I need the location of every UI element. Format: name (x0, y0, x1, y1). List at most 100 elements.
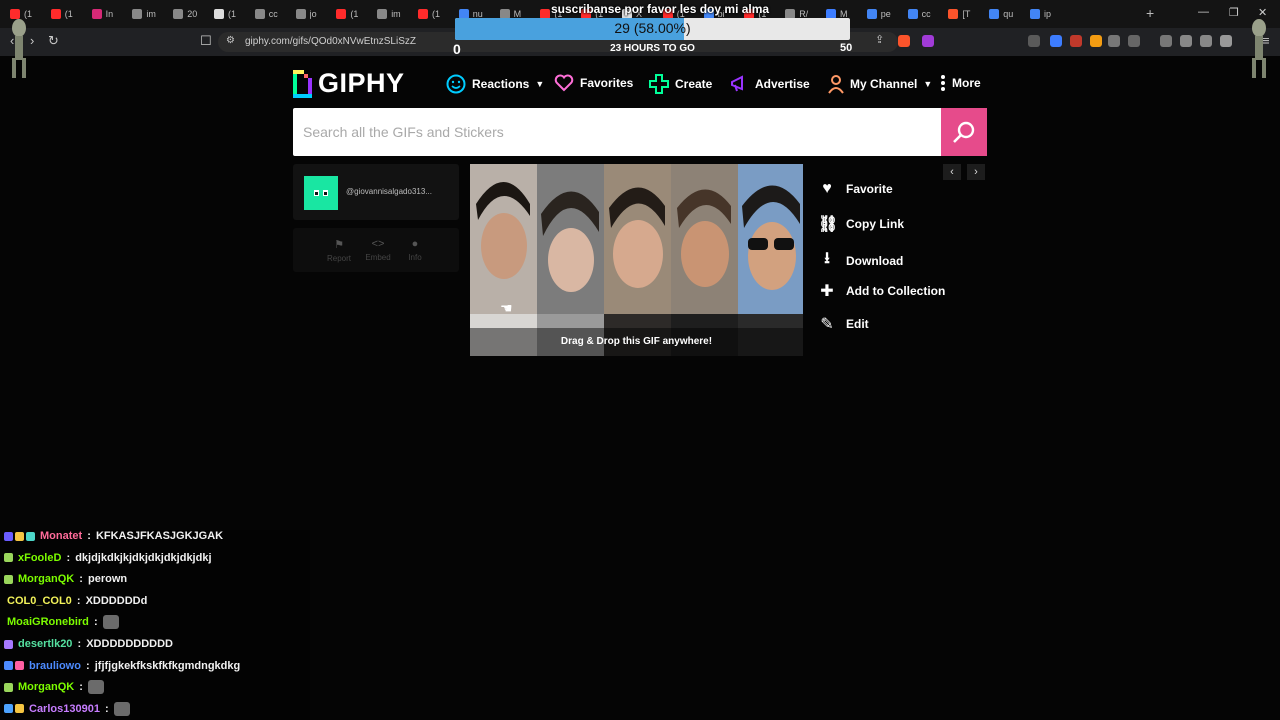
chat-message: MorganQK : (4, 679, 105, 695)
search-button[interactable] (941, 108, 987, 156)
sidebar-icon[interactable] (1180, 35, 1192, 47)
previous-gif-button[interactable]: ‹ (943, 164, 961, 180)
nav-my-channel[interactable]: My Channel ▼ (828, 74, 932, 94)
chat-separator: : (84, 530, 94, 542)
chat-message: desertlk20 : XDDDDDDDDDD (4, 636, 173, 652)
bookmark-icon[interactable]: ☐ (200, 33, 212, 49)
browser-tab[interactable]: 20 (173, 6, 213, 22)
browser-tab[interactable]: cc (254, 6, 295, 22)
chat-username[interactable]: brauliowo (29, 660, 81, 672)
chat-badge-icon (4, 661, 13, 671)
chat-badge-icon (4, 531, 13, 541)
chat-username[interactable]: MorganQK (18, 573, 74, 585)
copy-link-button[interactable]: ⛓ Copy Link (818, 214, 904, 234)
edit-button[interactable]: ✎ Edit (818, 314, 868, 334)
chat-message: Carlos130901 : (4, 701, 130, 717)
puzzle-icon[interactable] (1108, 35, 1120, 47)
favicon-icon (173, 9, 184, 19)
report-button[interactable]: ⚑ Report (322, 238, 356, 263)
music-icon[interactable] (1160, 35, 1172, 47)
browser-tab[interactable]: pe (866, 6, 907, 22)
embed-button[interactable]: <> Embed (361, 238, 395, 262)
wallet-icon[interactable] (1200, 35, 1212, 47)
download-icon: ⭳ (824, 250, 830, 267)
chat-message: xFooleD : dkjdjkdkjkjdkjdkjdkjdkjdkj (4, 550, 212, 566)
favicon-icon (989, 9, 1000, 19)
add-to-collection-button[interactable]: ✚ Add to Collection (818, 281, 945, 301)
chat-message: brauliowo : jfjfjgkekfkskfkfkgmdngkdkg (4, 658, 240, 674)
browser-tab[interactable]: (1 (50, 6, 91, 22)
chat-separator: : (63, 551, 74, 564)
alien-figure-left (12, 19, 26, 78)
minimize-button[interactable]: — (1198, 6, 1209, 18)
maximize-button[interactable]: ❐ (1229, 6, 1239, 19)
brave-shield-icon[interactable] (898, 35, 910, 47)
chat-username[interactable]: Monatet (40, 530, 82, 542)
browser-tab[interactable]: (1 (214, 6, 254, 22)
giphy-logo[interactable]: GIPHY (293, 68, 405, 99)
user-card[interactable]: @giovannisalgado313... (293, 164, 459, 220)
brave-rewards-icon[interactable] (922, 35, 934, 47)
info-button[interactable]: ● Info (398, 238, 432, 262)
favicon-icon (214, 9, 224, 19)
download-button[interactable]: ⭳ Download (818, 247, 903, 274)
favicon-icon (948, 9, 959, 19)
nav-advertise-label: Advertise (755, 77, 810, 91)
next-gif-button[interactable]: › (967, 164, 985, 180)
kebab-icon (941, 75, 945, 91)
copy-link-label: Copy Link (846, 217, 905, 231)
nav-create[interactable]: Create (649, 74, 712, 94)
ublock-icon[interactable] (1070, 35, 1082, 47)
browser-tab[interactable]: (1 (418, 6, 458, 22)
favicon-icon (866, 9, 877, 19)
nav-favorites[interactable]: Favorites (554, 74, 633, 92)
giphy-logo-icon (293, 69, 312, 98)
reload-icon[interactable]: ↻ (48, 33, 59, 49)
extension-icon[interactable] (1050, 35, 1062, 47)
nav-favorites-label: Favorites (580, 76, 634, 90)
chat-emote-icon (102, 615, 119, 630)
browser-tab[interactable]: In (91, 6, 132, 22)
chat-separator: : (74, 638, 85, 650)
nav-more[interactable]: More (940, 74, 981, 92)
giphy-logo-text: GIPHY (318, 68, 405, 98)
search-input[interactable] (293, 108, 941, 156)
tab-title: (1 (228, 9, 237, 19)
chat-username[interactable]: Carlos130901 (29, 703, 100, 715)
browser-tab[interactable]: im (132, 6, 172, 22)
nav-create-label: Create (675, 77, 713, 91)
translate-icon[interactable] (1028, 35, 1040, 47)
share-icon[interactable]: ⇪ (875, 33, 884, 46)
nav-my-channel-label: My Channel (850, 77, 918, 91)
chat-username[interactable]: desertlk20 (18, 638, 72, 650)
nav-reactions[interactable]: Reactions ▼ (446, 74, 544, 94)
browser-tab[interactable]: cc (907, 6, 948, 22)
chat-username[interactable]: MoaiGRonebird (7, 616, 89, 628)
browser-tab[interactable]: jo (295, 6, 336, 22)
chat-username[interactable]: xFooleD (18, 552, 61, 564)
browser-tab[interactable]: im (377, 6, 417, 22)
favicon-icon (907, 9, 918, 19)
extension-icon[interactable] (1090, 35, 1102, 47)
download-label: Download (846, 253, 904, 268)
gif-image[interactable]: Drag & Drop this GIF anywhere! (470, 164, 803, 356)
chat-username[interactable]: COL0_COL0 (7, 595, 72, 607)
chat-username[interactable]: MorganQK (18, 681, 74, 693)
browser-tab[interactable]: ip (1030, 6, 1070, 22)
browser-tab[interactable]: [T (948, 6, 988, 22)
tab-title: ip (1044, 9, 1052, 19)
chat-badge-icon (4, 704, 13, 714)
favorite-button[interactable]: ♥ Favorite (818, 180, 892, 198)
avatar[interactable] (304, 176, 338, 210)
leo-icon[interactable] (1220, 35, 1232, 47)
forward-icon[interactable]: › (30, 33, 34, 48)
browser-tab[interactable]: qu (989, 6, 1029, 22)
new-tab-button[interactable]: + (1146, 5, 1154, 21)
browser-tab[interactable]: (1 (336, 6, 376, 22)
site-info-icon[interactable]: ⚙ (226, 35, 235, 46)
stream-chat: Monatet : KFKASJFKASJGKJGAK xFooleD : dkj… (0, 530, 310, 720)
chat-emote-icon (113, 701, 130, 716)
nav-advertise[interactable]: Advertise (729, 74, 810, 94)
extension-icon[interactable] (1128, 35, 1140, 47)
user-handle[interactable]: @giovannisalgado313... (346, 187, 432, 196)
